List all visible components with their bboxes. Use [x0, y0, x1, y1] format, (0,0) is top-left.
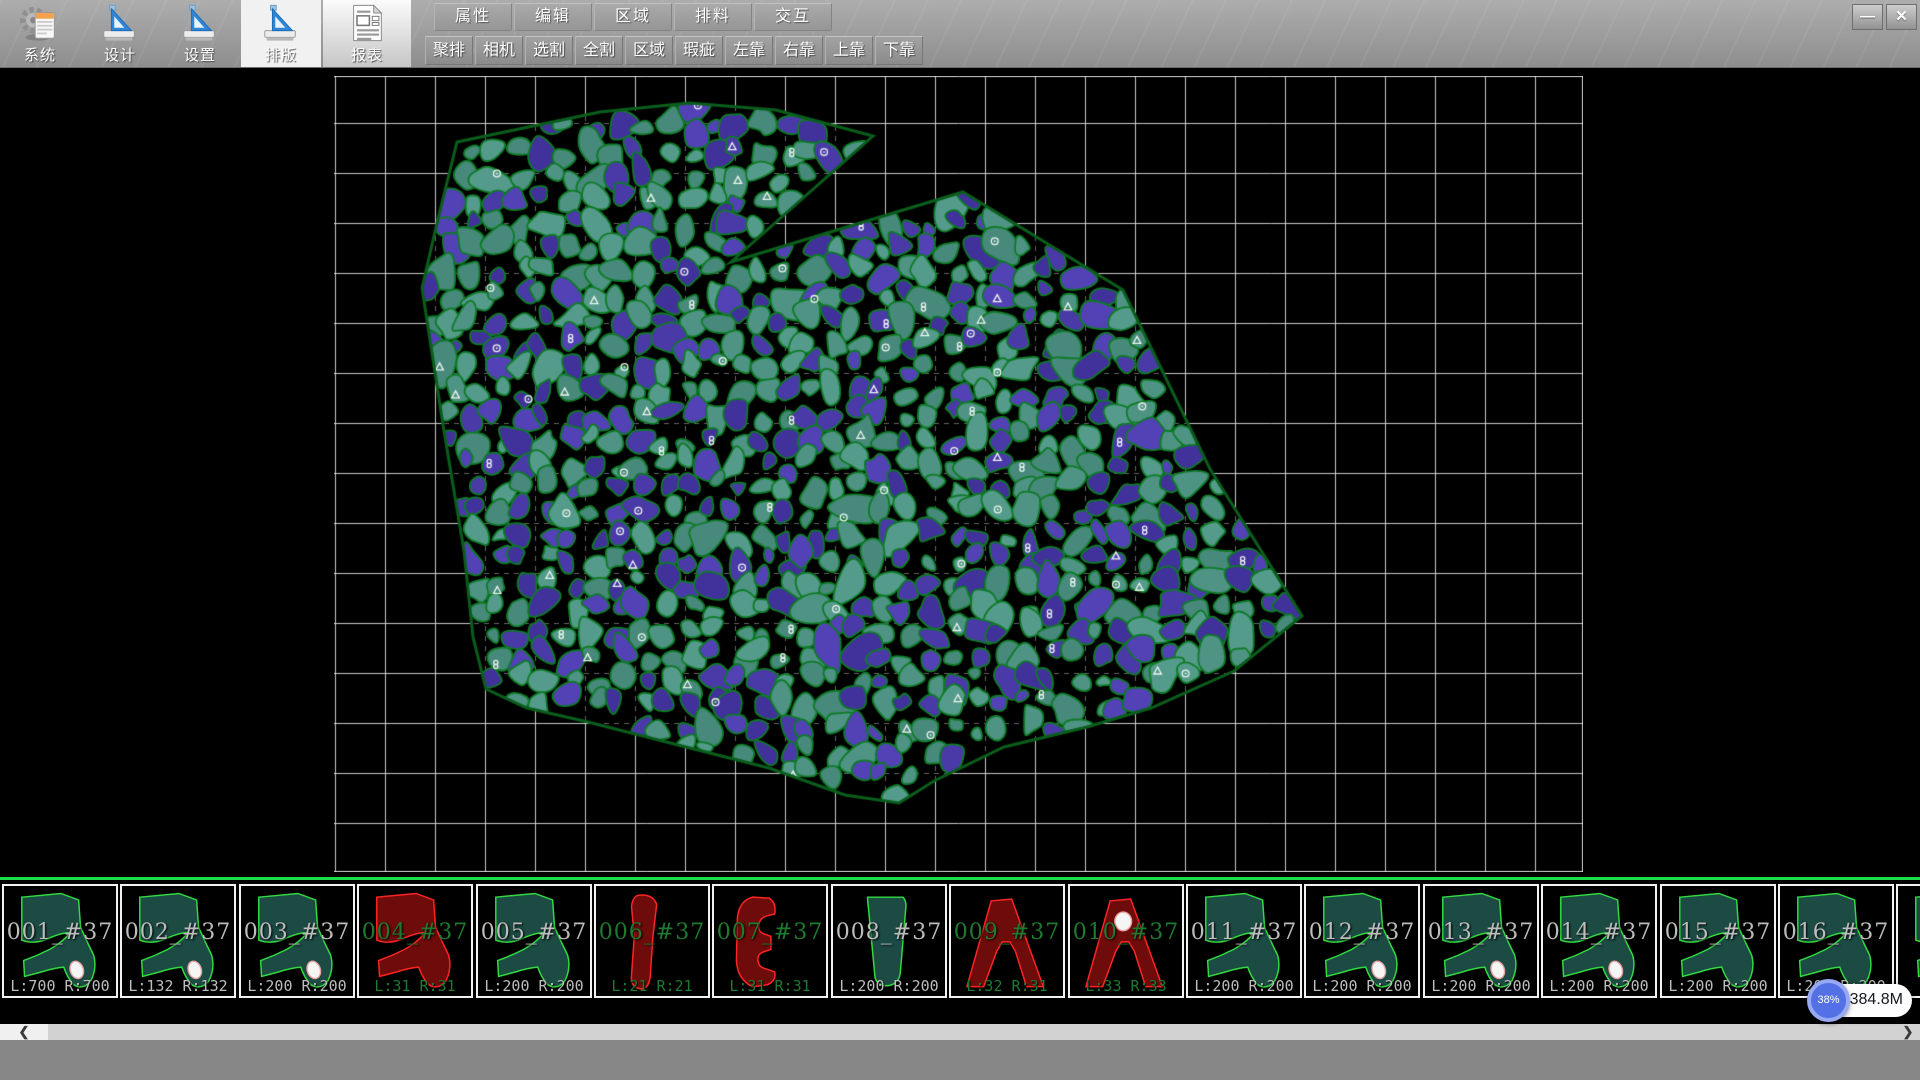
piece-lr-count: L:21 R:21: [596, 977, 708, 995]
piece-id-label: 016_#37: [1780, 920, 1892, 945]
btn-select-cut[interactable]: 选割: [525, 36, 573, 65]
menu-nesting[interactable]: 排料: [674, 3, 752, 31]
piece-lr-count: L:32 R:31: [951, 977, 1063, 995]
piece-thumbnail[interactable]: 013_#37 L:200 R:200: [1423, 884, 1539, 998]
piece-id-label: 002_#37: [122, 920, 234, 945]
piece-id-label: 003_#37: [241, 920, 353, 945]
tab-design-label: 设计: [81, 44, 159, 65]
piece-id-label: 007_#37: [714, 920, 826, 945]
ruler-icon: [161, 2, 239, 44]
tab-settings-label: 设置: [161, 44, 239, 65]
btn-region[interactable]: 区域: [625, 36, 673, 65]
tab-report-label: 报表: [323, 44, 411, 65]
progress-percent-badge[interactable]: 38%: [1807, 979, 1850, 1022]
piece-lr-count: L:200 R:200: [1188, 977, 1300, 995]
piece-thumbnail-strip: 001_#37 L:700 R:700 002_#37 L:132 R:132 003_…: [0, 872, 1920, 1024]
piece-thumbnail[interactable]: 006_#37 L:21 R:21: [594, 884, 710, 998]
tab-settings[interactable]: 设置: [161, 0, 239, 67]
piece-thumbnail[interactable]: 004_#37 L:31 R:31: [357, 884, 473, 998]
piece-lr-count: L:700 R:700: [4, 977, 116, 995]
piece-thumbnail[interactable]: 012_#37 L:200 R:200: [1304, 884, 1420, 998]
piece-id-label: 013_#37: [1425, 920, 1537, 945]
piece-id-label: 0: [1898, 920, 1920, 945]
horizontal-scrollbar[interactable]: ❮ ❯: [0, 1024, 1920, 1040]
btn-camera[interactable]: 相机: [475, 36, 523, 65]
menu-region[interactable]: 区域: [594, 3, 672, 31]
menu-interaction[interactable]: 交互: [754, 3, 832, 31]
piece-lr-count: L:200 R:200: [1543, 977, 1655, 995]
piece-id-label: 010_#37: [1070, 920, 1182, 945]
piece-id-label: 006_#37: [596, 920, 708, 945]
piece-lr-count: L:200 R:200: [833, 977, 945, 995]
piece-id-label: 009_#37: [951, 920, 1063, 945]
system-icon: [1, 2, 79, 44]
piece-id-label: 014_#37: [1543, 920, 1655, 945]
app-window: { "window": {"minimize": "—", "close": "…: [0, 0, 1920, 1080]
piece-thumbnail[interactable]: 007_#37 L:31 R:31: [712, 884, 828, 998]
piece-lr-count: L:33 R:33: [1070, 977, 1182, 995]
piece-thumbnail[interactable]: 011_#37 L:200 R:200: [1186, 884, 1302, 998]
piece-id-label: 011_#37: [1188, 920, 1300, 945]
piece-thumbnail[interactable]: 005_#37 L:200 R:200: [476, 884, 592, 998]
piece-lr-count: L:200 R:200: [241, 977, 353, 995]
piece-thumbnail[interactable]: 002_#37 L:132 R:132: [120, 884, 236, 998]
btn-align-left[interactable]: 左靠: [725, 36, 773, 65]
piece-id-label: 015_#37: [1662, 920, 1774, 945]
piece-id-label: 008_#37: [833, 920, 945, 945]
btn-cluster-nest[interactable]: 聚排: [425, 36, 473, 65]
ruler-icon: [241, 2, 321, 44]
tab-report[interactable]: 报表: [323, 0, 411, 67]
menu-edit[interactable]: 编辑: [514, 3, 592, 31]
nesting-canvas[interactable]: [334, 76, 1583, 872]
ruler-icon: [81, 2, 159, 44]
piece-thumbnail[interactable]: 010_#37 L:33 R:33: [1068, 884, 1184, 998]
strip-top-divider: [0, 877, 1920, 880]
menu-properties[interactable]: 属性: [434, 3, 512, 31]
tab-system-label: 系统: [1, 44, 79, 65]
piece-id-label: 004_#37: [359, 920, 471, 945]
tab-design[interactable]: 设计: [81, 0, 159, 67]
scroll-left-arrow-icon[interactable]: ❮: [0, 1024, 48, 1040]
btn-align-right[interactable]: 右靠: [775, 36, 823, 65]
piece-lr-count: L:31 R:31: [359, 977, 471, 995]
close-button[interactable]: ✕: [1886, 4, 1917, 30]
piece-thumbnail[interactable]: 0L:2: [1896, 884, 1920, 998]
memory-usage-value: 384.8M: [1850, 991, 1903, 1009]
piece-thumbnail[interactable]: 015_#37 L:200 R:200: [1660, 884, 1776, 998]
piece-lr-count: L:31 R:31: [714, 977, 826, 995]
minimize-button[interactable]: —: [1852, 4, 1883, 30]
scroll-right-arrow-icon[interactable]: ❯: [1897, 1024, 1919, 1040]
tab-layout-label: 排版: [241, 44, 321, 65]
tab-layout[interactable]: 排版: [241, 0, 321, 67]
btn-align-bottom[interactable]: 下靠: [875, 36, 923, 65]
titlebar-toolbar: 系统设计设置排版报表 属性编辑区域排料交互 聚排相机选割全割区域瑕疵左靠右靠上靠…: [0, 0, 1920, 68]
piece-thumbnail[interactable]: 003_#37 L:200 R:200: [239, 884, 355, 998]
piece-lr-count: L:200 R:200: [1662, 977, 1774, 995]
piece-thumbnail[interactable]: 009_#37 L:32 R:31: [949, 884, 1065, 998]
piece-lr-count: L:200 R:200: [478, 977, 590, 995]
piece-lr-count: L:200 R:200: [1425, 977, 1537, 995]
piece-thumbnail[interactable]: 001_#37 L:700 R:700: [2, 884, 118, 998]
piece-id-label: 001_#37: [4, 920, 116, 945]
status-bar: [0, 1040, 1920, 1080]
btn-align-top[interactable]: 上靠: [825, 36, 873, 65]
piece-lr-count: L:132 R:132: [122, 977, 234, 995]
piece-thumbnail[interactable]: 014_#37 L:200 R:200: [1541, 884, 1657, 998]
tab-system[interactable]: 系统: [1, 0, 79, 67]
btn-cut-all[interactable]: 全割: [575, 36, 623, 65]
btn-defect[interactable]: 瑕疵: [675, 36, 723, 65]
piece-lr-count: L:200 R:200: [1306, 977, 1418, 995]
piece-id-label: 005_#37: [478, 920, 590, 945]
piece-id-label: 012_#37: [1306, 920, 1418, 945]
report-icon: [323, 2, 411, 44]
piece-thumbnail[interactable]: 008_#37 L:200 R:200: [831, 884, 947, 998]
